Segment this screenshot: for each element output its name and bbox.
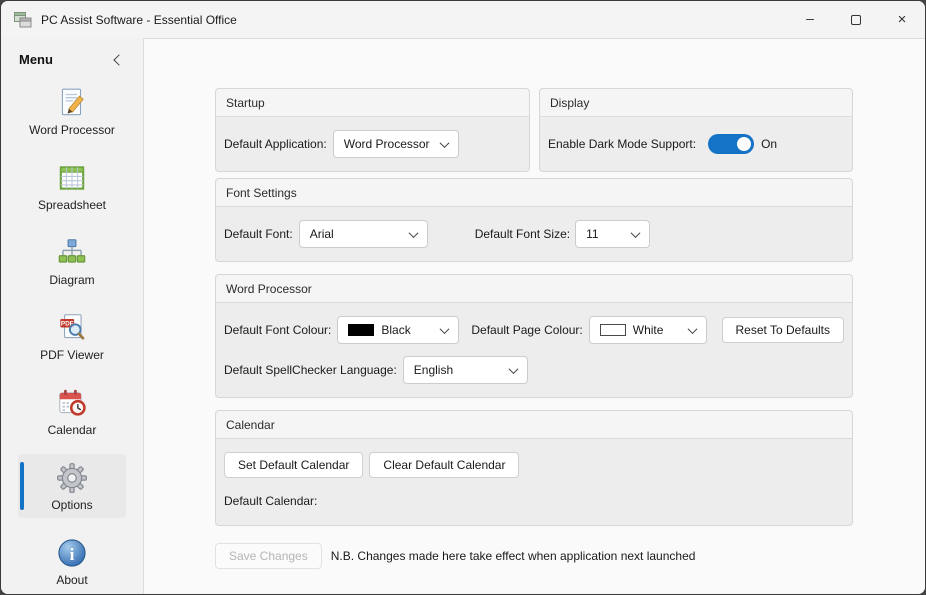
font-colour-value: Black (381, 323, 410, 337)
sidebar-item-calendar[interactable]: Calendar (18, 379, 126, 443)
maximize-icon (851, 15, 861, 25)
spellchecker-language-label: Default SpellChecker Language: (224, 363, 397, 377)
sidebar-item-pdf-viewer[interactable]: PDF PDF Viewer (18, 304, 126, 368)
font-colour-label: Default Font Colour: (224, 323, 331, 337)
sidebar-item-about[interactable]: i About (18, 529, 126, 593)
selected-indicator (20, 462, 24, 510)
title-bar: PC Assist Software - Essential Office – … (1, 1, 925, 38)
chevron-down-icon (631, 228, 641, 238)
calendar-icon (55, 385, 89, 420)
set-default-calendar-button[interactable]: Set Default Calendar (224, 452, 363, 478)
toggle-knob (737, 137, 751, 151)
default-application-value: Word Processor (344, 137, 430, 151)
minimize-icon: – (806, 11, 814, 25)
sidebar-item-word-processor[interactable]: Word Processor (18, 79, 126, 143)
window-title: PC Assist Software - Essential Office (41, 13, 237, 27)
display-group: Display Enable Dark Mode Support: On (539, 88, 853, 172)
sidebar-item-label: About (56, 573, 87, 587)
sidebar-item-options[interactable]: Options (18, 454, 126, 518)
page-colour-dropdown[interactable]: White (589, 316, 707, 344)
word-processor-icon (55, 85, 89, 120)
white-colour-swatch (600, 324, 626, 336)
options-page: Startup Default Application: Word Proces… (143, 38, 925, 594)
sidebar-item-spreadsheet[interactable]: Spreadsheet (18, 154, 126, 218)
startup-group: Startup Default Application: Word Proces… (215, 88, 530, 172)
sidebar-title: Menu (19, 52, 53, 67)
default-font-size-dropdown[interactable]: 11 (575, 220, 650, 248)
chevron-down-icon (440, 324, 450, 334)
default-application-dropdown[interactable]: Word Processor (333, 130, 459, 158)
default-font-dropdown[interactable]: Arial (299, 220, 428, 248)
dark-mode-label: Enable Dark Mode Support: (548, 137, 696, 151)
maximize-button[interactable] (833, 1, 879, 38)
chevron-down-icon (439, 138, 449, 148)
font-colour-dropdown[interactable]: Black (337, 316, 459, 344)
sidebar-item-diagram[interactable]: Diagram (18, 229, 126, 293)
gear-icon (55, 460, 89, 495)
sidebar-item-label: Spreadsheet (38, 198, 106, 212)
black-colour-swatch (348, 324, 374, 336)
word-processor-group-title: Word Processor (216, 275, 852, 303)
restart-note: N.B. Changes made here take effect when … (331, 549, 696, 563)
default-font-size-label: Default Font Size: (475, 227, 570, 241)
chevron-down-icon (408, 228, 418, 238)
info-glyph: i (70, 544, 75, 563)
page-colour-label: Default Page Colour: (471, 323, 582, 337)
sidebar-item-label: PDF Viewer (40, 348, 104, 362)
sidebar: Menu Word Processor (1, 38, 143, 594)
calendar-group: Calendar Set Default Calendar Clear Defa… (215, 410, 853, 526)
close-button[interactable]: × (879, 1, 925, 38)
font-settings-group: Font Settings Default Font: Arial Defaul… (215, 178, 853, 262)
startup-group-title: Startup (216, 89, 529, 117)
dark-mode-toggle[interactable] (708, 134, 754, 154)
default-calendar-label: Default Calendar: (224, 494, 317, 508)
default-font-label: Default Font: (224, 227, 293, 241)
dark-mode-state: On (761, 137, 777, 151)
app-icon (13, 10, 33, 30)
chevron-down-icon (508, 364, 518, 374)
diagram-icon (55, 235, 89, 270)
spreadsheet-icon (55, 160, 89, 195)
minimize-button[interactable]: – (787, 1, 833, 38)
word-processor-group: Word Processor Default Font Colour: Blac… (215, 274, 853, 398)
display-group-title: Display (540, 89, 852, 117)
sidebar-item-label: Options (51, 498, 92, 512)
sidebar-item-label: Calendar (48, 423, 97, 437)
sidebar-item-label: Word Processor (29, 123, 115, 137)
app-window: PC Assist Software - Essential Office – … (0, 0, 926, 595)
spellchecker-language-value: English (414, 363, 453, 377)
font-settings-group-title: Font Settings (216, 179, 852, 207)
save-changes-button[interactable]: Save Changes (215, 543, 322, 569)
default-application-label: Default Application: (224, 137, 327, 151)
clear-default-calendar-button[interactable]: Clear Default Calendar (369, 452, 519, 478)
spellchecker-language-dropdown[interactable]: English (403, 356, 528, 384)
default-font-size-value: 11 (586, 227, 598, 241)
chevron-down-icon (687, 324, 697, 334)
default-font-value: Arial (310, 227, 334, 241)
page-colour-value: White (633, 323, 664, 337)
sidebar-item-label: Diagram (49, 273, 94, 287)
info-icon: i (55, 535, 89, 570)
close-icon: × (898, 11, 907, 28)
collapse-sidebar-icon[interactable] (113, 54, 124, 65)
reset-to-defaults-button[interactable]: Reset To Defaults (722, 317, 845, 343)
calendar-group-title: Calendar (216, 411, 852, 439)
pdf-viewer-icon: PDF (55, 310, 89, 345)
